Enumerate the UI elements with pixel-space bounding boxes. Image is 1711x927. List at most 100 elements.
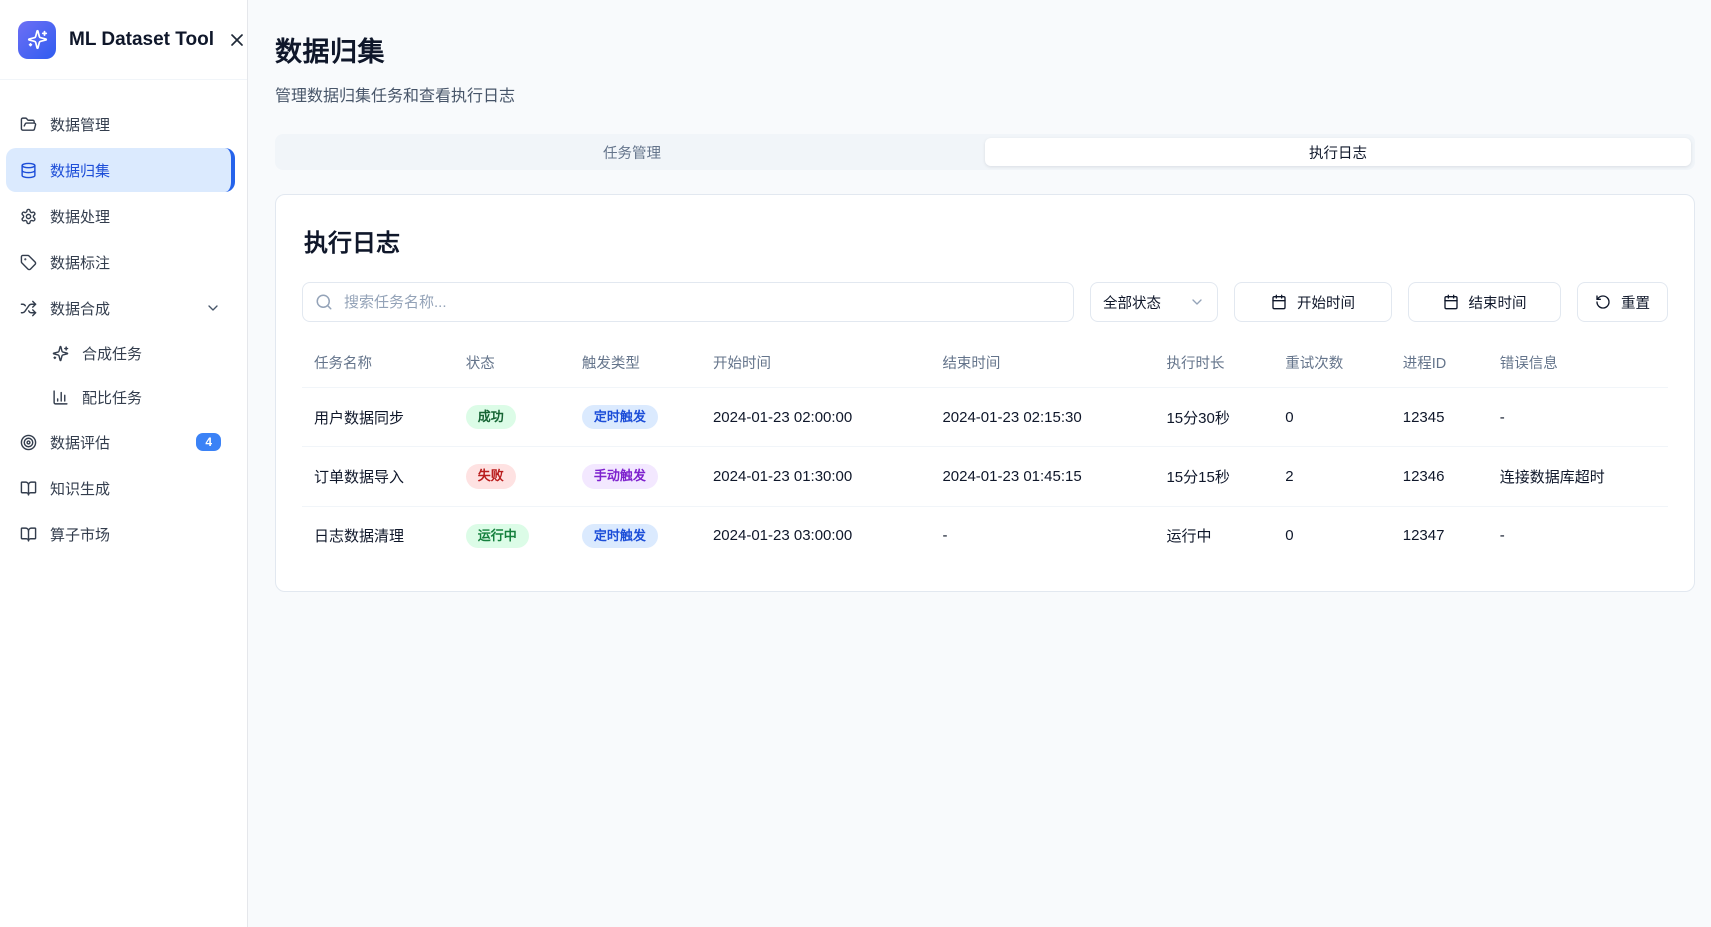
duration-cell: 运行中 [1158,506,1277,565]
sidebar-item-ratio-task[interactable]: 配比任务 [38,376,235,418]
calendar-icon [1443,294,1459,310]
status-cell: 失败 [458,447,574,506]
end-time-label: 结束时间 [1469,292,1527,313]
status-badge: 成功 [466,405,516,429]
status-cell: 成功 [458,388,574,447]
sidebar-item-label: 知识生成 [50,478,221,499]
rotate-ccw-icon [1595,294,1611,310]
start-time-label: 开始时间 [1297,292,1355,313]
duration-cell: 15分30秒 [1158,388,1277,447]
sidebar-item-synthesis-task[interactable]: 合成任务 [38,332,235,374]
sparkles-icon [52,345,69,362]
main-content: 数据归集 管理数据归集任务和查看执行日志 任务管理执行日志 执行日志 全部状态 … [248,0,1711,927]
sidebar-item-label: 数据合成 [50,298,192,319]
sidebar-item-data-evaluation[interactable]: 数据评估 4 [6,420,235,464]
sidebar-item-data-synthesis[interactable]: 数据合成 [6,286,235,330]
column-header: 错误信息 [1492,344,1668,388]
start-time-cell: 2024-01-23 01:30:00 [705,447,934,506]
table-row: 日志数据清理运行中定时触发2024-01-23 03:00:00-运行中0123… [302,506,1668,565]
trigger-cell: 手动触发 [574,447,705,506]
trigger-badge: 定时触发 [582,524,658,548]
end-time-cell: 2024-01-23 02:15:30 [934,388,1158,447]
calendar-icon [1271,294,1287,310]
count-badge: 4 [196,433,221,451]
x-icon [227,30,247,50]
execution-log-table: 任务名称状态触发类型开始时间结束时间执行时长重试次数进程ID错误信息 用户数据同… [302,344,1668,565]
sidebar-item-data-annotation[interactable]: 数据标注 [6,240,235,284]
status-badge: 运行中 [466,524,529,548]
sidebar-item-label: 数据处理 [50,206,221,227]
start-time-cell: 2024-01-23 03:00:00 [705,506,934,565]
process-id-cell: 12346 [1395,447,1492,506]
search-box [302,282,1074,322]
tab-task-management[interactable]: 任务管理 [279,138,985,166]
sidebar-item-label: 数据评估 [50,432,183,453]
task-name-cell: 订单数据导入 [302,447,458,506]
start-time-cell: 2024-01-23 02:00:00 [705,388,934,447]
status-badge: 失败 [466,464,516,488]
card-title: 执行日志 [304,223,1668,258]
target-icon [20,434,37,451]
sidebar-header: ML Dataset Tool [0,0,247,80]
column-header: 重试次数 [1277,344,1394,388]
trigger-badge: 定时触发 [582,405,658,429]
trigger-badge: 手动触发 [582,464,658,488]
app-logo [18,21,56,59]
chevron-down-icon [205,300,221,316]
task-name-cell: 用户数据同步 [302,388,458,447]
column-header: 执行时长 [1158,344,1277,388]
book-open-icon [20,480,37,497]
column-header: 开始时间 [705,344,934,388]
sidebar-item-operator-market[interactable]: 算子市场 [6,512,235,556]
search-icon [315,293,333,311]
sidebar-item-label: 数据标注 [50,252,221,273]
sidebar-close-button[interactable] [227,30,247,50]
column-header: 结束时间 [934,344,1158,388]
status-cell: 运行中 [458,506,574,565]
book-open-icon [20,526,37,543]
reset-label: 重置 [1621,292,1650,313]
chevron-down-icon [1189,294,1205,310]
error-message-cell: - [1492,506,1668,565]
table-header-row: 任务名称状态触发类型开始时间结束时间执行时长重试次数进程ID错误信息 [302,344,1668,388]
end-time-button[interactable]: 结束时间 [1408,282,1561,322]
filter-bar: 全部状态 开始时间 结束时间 重置 [302,282,1668,322]
task-name-cell: 日志数据清理 [302,506,458,565]
column-header: 触发类型 [574,344,705,388]
column-header: 进程ID [1395,344,1492,388]
table-row: 用户数据同步成功 定时触发 2024-01-23 02:00:002024-01-2… [302,388,1668,447]
table-body: 用户数据同步成功定时触发2024-01-23 02:00:002024-01-2… [302,388,1668,565]
start-time-button[interactable]: 开始时间 [1234,282,1392,322]
search-input[interactable] [302,282,1074,322]
folder-open-icon [20,116,37,133]
end-time-cell: - [934,506,1158,565]
retry-count-cell: 2 [1277,447,1394,506]
sidebar-item-knowledge-generation[interactable]: 知识生成 [6,466,235,510]
sidebar-item-data-management[interactable]: 数据管理 [6,102,235,146]
tag-icon [20,254,37,271]
retry-count-cell: 0 [1277,506,1394,565]
sidebar-item-data-collection[interactable]: 数据归集 [6,148,235,192]
error-message-cell: - [1492,388,1668,447]
column-header: 任务名称 [302,344,458,388]
sidebar-item-label: 配比任务 [82,387,221,408]
trigger-cell: 定时触发 [574,506,705,565]
status-filter-select[interactable]: 全部状态 [1090,282,1218,322]
sidebar-item-data-processing[interactable]: 数据处理 [6,194,235,238]
retry-count-cell: 0 [1277,388,1394,447]
gear-icon [20,208,37,225]
error-message-cell: 连接数据库超时 [1492,447,1668,506]
sidebar-item-label: 数据管理 [50,114,221,135]
bar-chart-icon [52,389,69,406]
sidebar-item-label: 合成任务 [82,343,221,364]
app-title: ML Dataset Tool [69,29,214,51]
tab-execution-log[interactable]: 执行日志 [985,138,1691,166]
sidebar-item-label: 数据归集 [50,160,217,181]
trigger-cell: 定时触发 [574,388,705,447]
process-id-cell: 12345 [1395,388,1492,447]
reset-button[interactable]: 重置 [1577,282,1668,322]
status-filter-value: 全部状态 [1103,292,1161,313]
page-subtitle: 管理数据归集任务和查看执行日志 [275,82,1695,106]
column-header: 状态 [458,344,574,388]
sidebar: ML Dataset Tool 数据管理数据归集数据处理数据标注数据合成合成任务… [0,0,248,927]
